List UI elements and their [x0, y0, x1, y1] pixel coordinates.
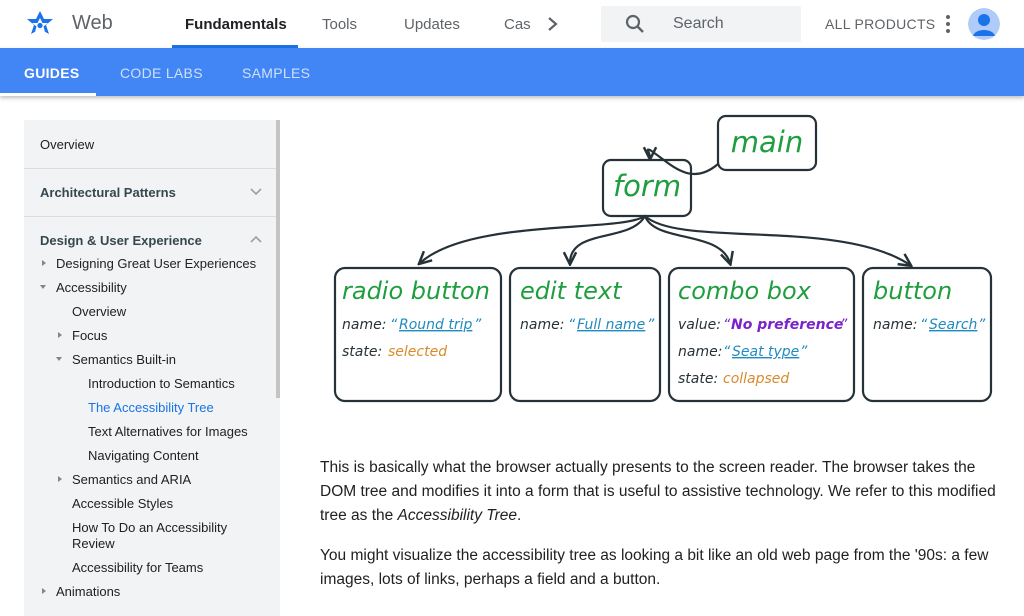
paragraph-text: . — [516, 507, 522, 524]
tab-updates[interactable]: Updates — [404, 16, 460, 33]
tab-tools[interactable]: Tools — [322, 16, 357, 33]
search-icon[interactable] — [625, 14, 645, 34]
combo-name-value: Seat type — [732, 344, 799, 360]
radio-name-close-quote: ” — [474, 317, 482, 333]
sidebar-divider — [24, 216, 276, 217]
caret-right-icon[interactable] — [41, 588, 47, 594]
search-box[interactable]: Search — [601, 6, 801, 42]
sidebar-section-architectural-patterns[interactable]: Architectural Patterns — [40, 185, 280, 200]
tab-code-labs[interactable]: CODE LABS — [120, 65, 203, 81]
caret-down-icon[interactable] — [56, 356, 62, 362]
sidebar-item-text-alternatives[interactable]: Text Alternatives for Images — [88, 424, 248, 440]
combo-value-value: No preference — [731, 317, 843, 333]
sidebar-item-navigating-content[interactable]: Navigating Content — [88, 448, 199, 464]
chevron-right-icon[interactable] — [543, 13, 563, 35]
radio-state-key: state: — [342, 344, 382, 360]
edge-form-button — [643, 214, 910, 265]
combo-state-value: collapsed — [723, 371, 789, 387]
button-name-open-quote: “ — [920, 317, 928, 333]
section-tab-bar: GUIDES CODE LABS SAMPLES — [0, 48, 1024, 96]
edge-form-radio — [420, 214, 647, 263]
sidebar-item-acc-overview[interactable]: Overview — [72, 304, 126, 320]
edit-name-key: name: — [520, 317, 564, 333]
sidebar-item-designing[interactable]: Designing Great User Experiences — [56, 256, 256, 272]
accessibility-tree-term: Accessibility Tree — [397, 507, 517, 524]
combo-title: combo box — [678, 277, 812, 305]
radio-title: radio button — [342, 277, 490, 305]
sidebar-item-overview[interactable]: Overview — [40, 137, 280, 152]
edit-title: edit text — [520, 277, 623, 305]
tab-case-studies[interactable]: Cas — [504, 16, 531, 33]
form-label: form — [613, 169, 681, 203]
tab-guides[interactable]: GUIDES — [24, 65, 79, 81]
more-vert-icon[interactable] — [940, 13, 956, 35]
button-name-key: name: — [873, 317, 917, 333]
edit-name-value: Full name — [577, 317, 645, 333]
sidebar-item-accessible-styles[interactable]: Accessible Styles — [72, 496, 173, 512]
accessibility-tree-diagram: main form radio button name: “ Round tri… — [333, 114, 993, 403]
main-label: main — [731, 125, 803, 159]
button-name-value: Search — [929, 317, 977, 333]
active-subtab-indicator — [0, 93, 96, 96]
chevron-down-icon[interactable] — [250, 188, 262, 196]
radio-name-value: Round trip — [399, 317, 473, 333]
button-name-close-quote: ” — [978, 317, 986, 333]
sidebar-item-focus[interactable]: Focus — [72, 328, 107, 344]
search-input[interactable]: Search — [673, 15, 724, 33]
sidebar-item-semantics-aria[interactable]: Semantics and ARIA — [72, 472, 191, 488]
paragraph-visualize: You might visualize the accessibility tr… — [320, 547, 989, 588]
web-logo-icon[interactable] — [24, 10, 56, 40]
radio-state-value: selected — [388, 344, 447, 360]
sidebar-item-howto-review-cont[interactable]: Review — [72, 536, 115, 552]
tab-fundamentals[interactable]: Fundamentals — [185, 16, 287, 33]
combo-value-open-quote: “ — [723, 317, 731, 333]
chevron-up-icon[interactable] — [250, 235, 262, 243]
combo-value-key: value: — [678, 317, 721, 333]
button-title: button — [873, 277, 952, 305]
radio-name-key: name: — [342, 317, 386, 333]
top-app-bar: Web Fundamentals Tools Updates Cas Searc… — [0, 0, 1024, 48]
sidebar-item-animations[interactable]: Animations — [56, 584, 120, 600]
caret-right-icon[interactable] — [57, 476, 63, 482]
sidebar-item-accessibility[interactable]: Accessibility — [56, 280, 127, 296]
sidebar-scrollbar[interactable] — [276, 120, 280, 398]
sidebar-item-semantics-builtin[interactable]: Semantics Built-in — [72, 352, 176, 368]
all-products-button[interactable]: ALL PRODUCTS — [825, 16, 935, 32]
product-name[interactable]: Web — [72, 12, 113, 35]
paragraph-accessibility-tree-intro: This is basically what the browser actua… — [320, 456, 1004, 528]
caret-down-icon[interactable] — [40, 284, 46, 290]
sidebar-divider — [24, 168, 276, 169]
combo-state-key: state: — [678, 371, 718, 387]
edit-name-open-quote: “ — [568, 317, 576, 333]
account-avatar-icon[interactable] — [968, 8, 1000, 40]
tab-samples[interactable]: SAMPLES — [242, 65, 310, 81]
caret-right-icon[interactable] — [57, 332, 63, 338]
radio-name-open-quote: “ — [390, 317, 398, 333]
sidebar-section-design-ux[interactable]: Design & User Experience — [40, 233, 280, 248]
caret-right-icon[interactable] — [41, 260, 47, 266]
sidebar-item-accessibility-tree[interactable]: The Accessibility Tree — [88, 400, 214, 416]
combo-name-close-quote: ” — [800, 344, 808, 360]
combo-name-open-quote: “ — [723, 344, 731, 360]
sidebar-item-acc-teams[interactable]: Accessibility for Teams — [72, 560, 203, 576]
side-navigation: Overview Architectural Patterns Design &… — [24, 120, 280, 616]
combo-name-key: name: — [678, 344, 722, 360]
sidebar-item-intro-semantics[interactable]: Introduction to Semantics — [88, 376, 235, 392]
edit-name-close-quote: ” — [647, 317, 655, 333]
sidebar-item-howto-review[interactable]: How To Do an Accessibility — [72, 520, 227, 536]
combo-value-close-quote: ” — [840, 317, 848, 333]
